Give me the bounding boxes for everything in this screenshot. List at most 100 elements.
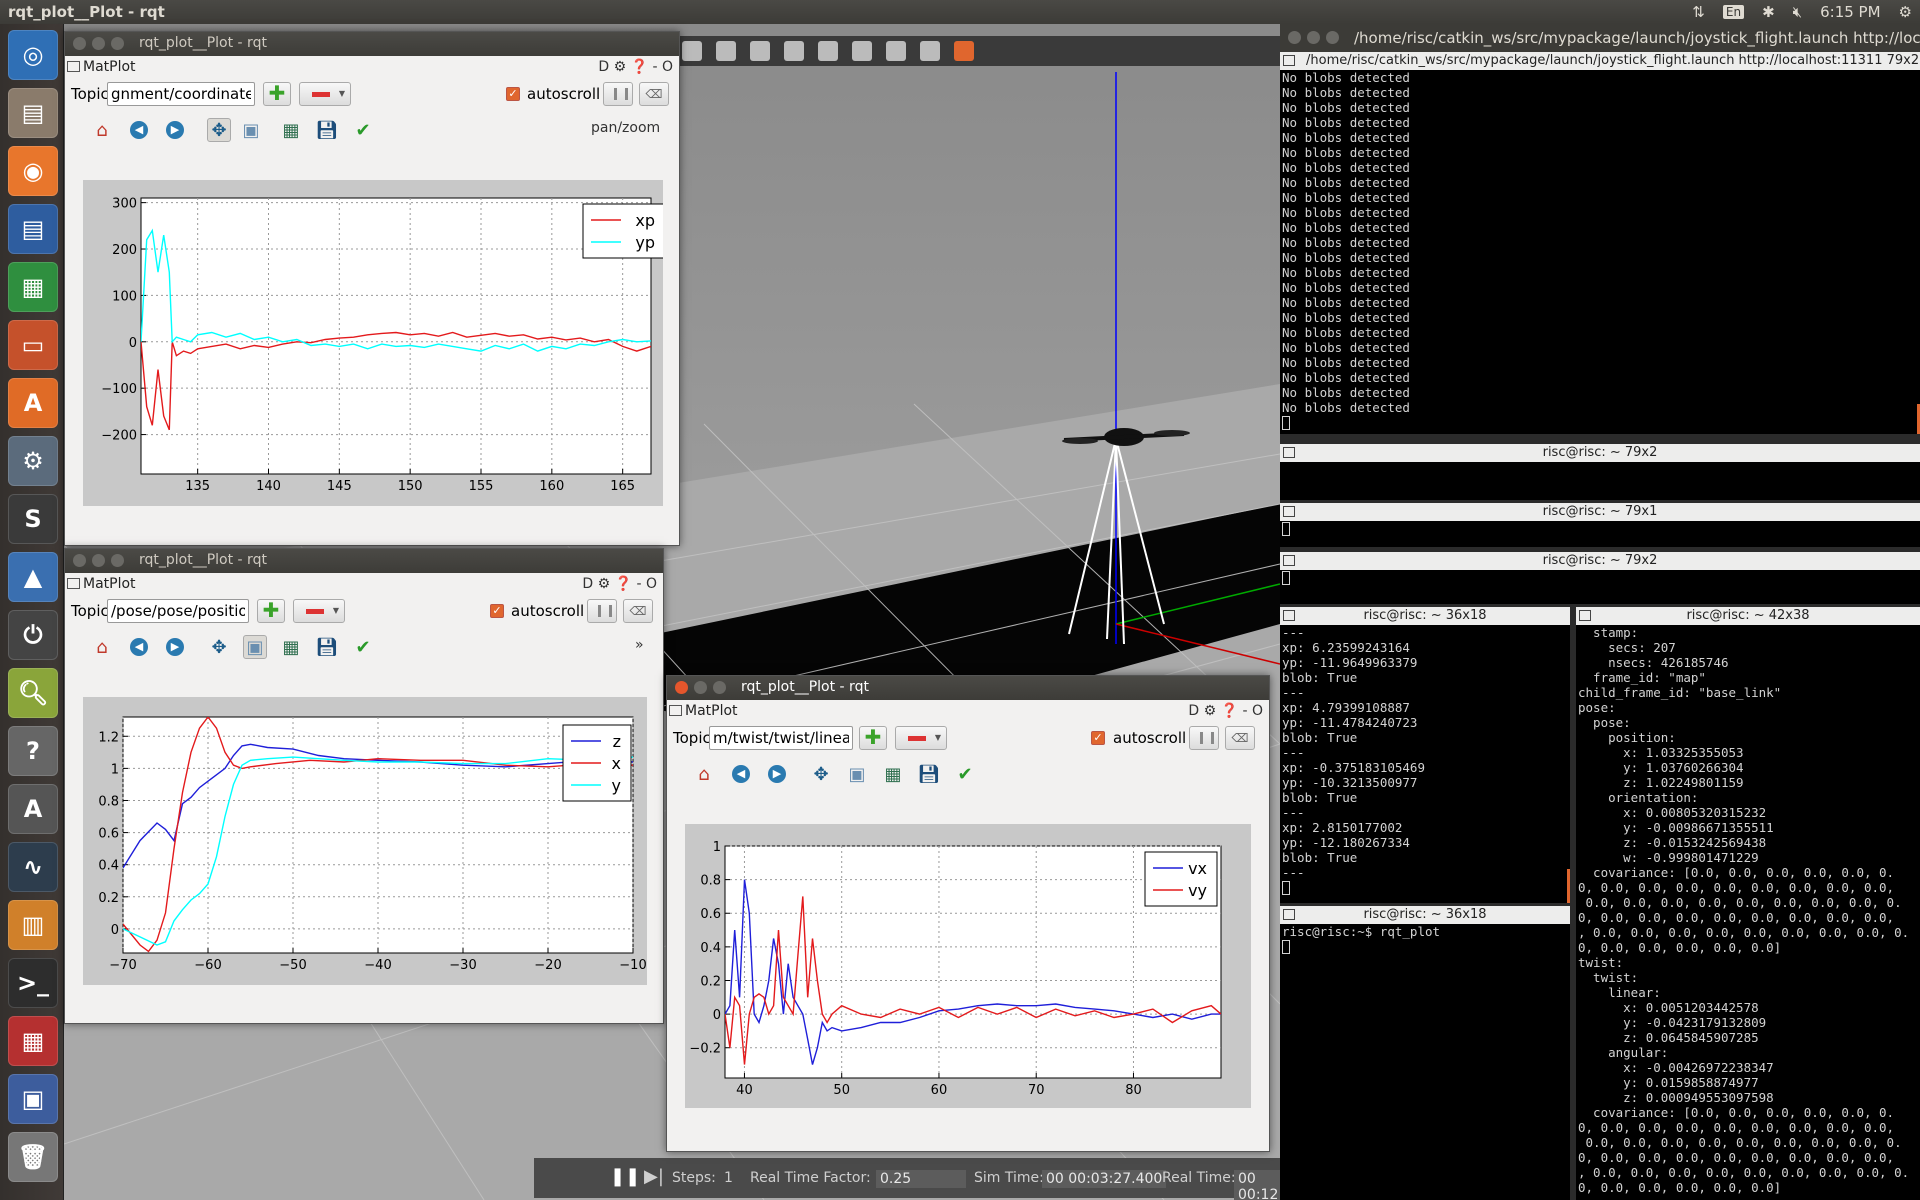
topic-input[interactable] <box>107 82 255 106</box>
add-topic-button[interactable]: ✚ <box>257 599 285 623</box>
terminal-2[interactable]: risc@risc: ~ 79x2 <box>1280 444 1920 500</box>
plot-canvas[interactable]: 135 140 145 150 155 160 165 300 200 100 0 −100 −200 x… <box>83 180 663 506</box>
clear-button[interactable]: ⌫ <box>1225 726 1255 750</box>
matlab-icon[interactable]: ▲ <box>8 552 58 602</box>
home-icon[interactable]: ⌂ <box>90 118 114 142</box>
edit-curves-icon[interactable]: ✔ <box>953 762 977 786</box>
minimize-button[interactable] <box>92 554 105 567</box>
maximize-button[interactable] <box>1326 31 1339 44</box>
close-button[interactable] <box>1288 31 1301 44</box>
clock[interactable]: 6:15 PM <box>1820 3 1880 21</box>
settings-icon[interactable]: ⚙ <box>8 436 58 486</box>
terminal-3[interactable]: risc@risc: ~ 79x1 <box>1280 503 1920 547</box>
workspace-switcher-icon[interactable]: ▦ <box>8 1016 58 1066</box>
topic-input[interactable] <box>107 599 249 623</box>
maximize-button[interactable] <box>111 37 124 50</box>
autoscroll-checkbox[interactable]: ✓ <box>490 604 504 618</box>
plot-canvas[interactable]: 40 50 60 70 80 1 0.8 0.6 0.4 0.2 0 −0.2 vx vy <box>685 824 1251 1108</box>
plugin-controls[interactable]: D ⚙ ❓ - O <box>1188 703 1263 719</box>
rqt-plot-window-position[interactable]: rqt_plot__Plot - rqt MatPlot D ⚙ ❓ - O T… <box>64 548 664 1024</box>
minimize-button[interactable] <box>1307 31 1320 44</box>
impress-icon[interactable]: ▭ <box>8 320 58 370</box>
pause-button[interactable] <box>1189 726 1219 750</box>
terminal-launch[interactable]: /home/risc/catkin_ws/src/mypackage/launc… <box>1280 52 1920 434</box>
point-light-icon[interactable] <box>750 41 770 61</box>
subplots-icon[interactable]: ▦ <box>279 118 303 142</box>
zoom-icon[interactable]: ▣ <box>239 118 263 142</box>
remove-topic-button[interactable]: ▼ <box>299 82 351 106</box>
copy-icon[interactable] <box>818 41 838 61</box>
plugin-controls[interactable]: D ⚙ ❓ - O <box>598 59 673 75</box>
plot-canvas[interactable]: −70 −60 −50 −40 −30 −20 −10 1.2 1 0.8 0.6 0.4 0.2 0 z x… <box>83 697 647 985</box>
close-button[interactable] <box>73 37 86 50</box>
pause-icon[interactable]: ❚❚ <box>610 1166 640 1187</box>
clear-button[interactable]: ⌫ <box>639 82 669 106</box>
writer-icon[interactable]: ▤ <box>8 204 58 254</box>
snap-icon[interactable] <box>920 41 940 61</box>
home-icon[interactable]: ⌂ <box>90 635 114 659</box>
calc-icon[interactable]: ▦ <box>8 262 58 312</box>
clear-button[interactable]: ⌫ <box>623 599 653 623</box>
rqt-plot-window-twist[interactable]: rqt_plot__Plot - rqt MatPlot D ⚙ ❓ - O T… <box>666 675 1270 1152</box>
add-topic-button[interactable]: ✚ <box>263 82 291 106</box>
subplots-icon[interactable]: ▦ <box>881 762 905 786</box>
minimize-button[interactable] <box>694 681 707 694</box>
terminal-blob-echo[interactable]: risc@risc: ~ 36x18 --- xp: 6.23599243164 y… <box>1280 607 1570 903</box>
save-icon[interactable]: 💾︎ <box>315 635 339 659</box>
remove-topic-button[interactable]: ▼ <box>895 726 947 750</box>
terminal-4[interactable]: risc@risc: ~ 79x2 <box>1280 552 1920 604</box>
trash-icon[interactable]: 🗑︎ <box>8 1132 58 1182</box>
sublime-icon[interactable]: S <box>8 494 58 544</box>
back-button[interactable]: ◀ <box>127 118 151 142</box>
back-button[interactable]: ◀ <box>729 762 753 786</box>
ubuntu-icon[interactable]: ◎ <box>8 30 58 80</box>
align-icon[interactable] <box>886 41 906 61</box>
home-icon[interactable]: ⌂ <box>692 762 716 786</box>
close-button[interactable] <box>73 554 86 567</box>
keyboard-layout-indicator[interactable]: En <box>1722 5 1745 19</box>
topic-input[interactable] <box>709 726 853 750</box>
pan-icon[interactable]: ✥ <box>207 118 231 142</box>
network-icon[interactable]: ⇅ <box>1692 3 1705 21</box>
edit-curves-icon[interactable]: ✔ <box>351 635 375 659</box>
software-center-icon[interactable]: A <box>8 378 58 428</box>
save-icon[interactable]: 💾︎ <box>315 118 339 142</box>
add-topic-button[interactable]: ✚ <box>859 726 887 750</box>
bluetooth-icon[interactable]: ✱ <box>1762 3 1775 21</box>
terminal-icon[interactable]: >_ <box>8 958 58 1008</box>
pan-icon[interactable]: ✥ <box>207 635 231 659</box>
zoom-icon[interactable]: ▣ <box>845 762 869 786</box>
more-tools-chevron[interactable]: » <box>635 637 644 653</box>
system-monitor-icon[interactable]: ∿ <box>8 842 58 892</box>
rqt-plot-window-coordinates[interactable]: rqt_plot__Plot - rqt MatPlot D ⚙ ❓ - O T… <box>64 31 680 546</box>
forward-button[interactable]: ▶ <box>163 635 187 659</box>
minimize-button[interactable] <box>92 37 105 50</box>
close-button[interactable] <box>675 681 688 694</box>
steps-value[interactable]: 1 <box>724 1170 733 1186</box>
firefox-icon[interactable]: ◉ <box>8 146 58 196</box>
subplots-icon[interactable]: ▦ <box>279 635 303 659</box>
autoscroll-checkbox[interactable]: ✓ <box>1091 731 1105 745</box>
maximize-button[interactable] <box>713 681 726 694</box>
terminal-odometry[interactable]: risc@risc: ~ 42x38 stamp: secs: 207 nsec… <box>1576 607 1920 1200</box>
remove-topic-button[interactable]: ▼ <box>293 599 345 623</box>
gazebo-icon[interactable]: ▥ <box>8 900 58 950</box>
view-angle-icon[interactable] <box>954 41 974 61</box>
paste-icon[interactable] <box>852 41 872 61</box>
help-icon[interactable]: ? <box>8 726 58 776</box>
updater-icon[interactable]: A <box>8 784 58 834</box>
terminal-rqt-plot[interactable]: risc@risc: ~ 36x18 risc@risc:~$ rqt_plot <box>1280 906 1570 1200</box>
volume-icon[interactable]: 🔇︎ <box>1793 3 1802 21</box>
back-button[interactable]: ◀ <box>127 635 151 659</box>
forward-button[interactable]: ▶ <box>765 762 789 786</box>
pause-button[interactable] <box>603 82 633 106</box>
spot-light-icon[interactable] <box>784 41 804 61</box>
pause-button[interactable] <box>587 599 617 623</box>
edit-curves-icon[interactable]: ✔ <box>351 118 375 142</box>
image-viewer-icon[interactable]: 🔍︎ <box>8 668 58 718</box>
forward-button[interactable]: ▶ <box>163 118 187 142</box>
gear-icon[interactable]: ⚙ <box>1899 3 1912 21</box>
show-desktop-icon[interactable]: ▣ <box>8 1074 58 1124</box>
save-icon[interactable]: 💾︎ <box>917 762 941 786</box>
pan-icon[interactable]: ✥ <box>809 762 833 786</box>
